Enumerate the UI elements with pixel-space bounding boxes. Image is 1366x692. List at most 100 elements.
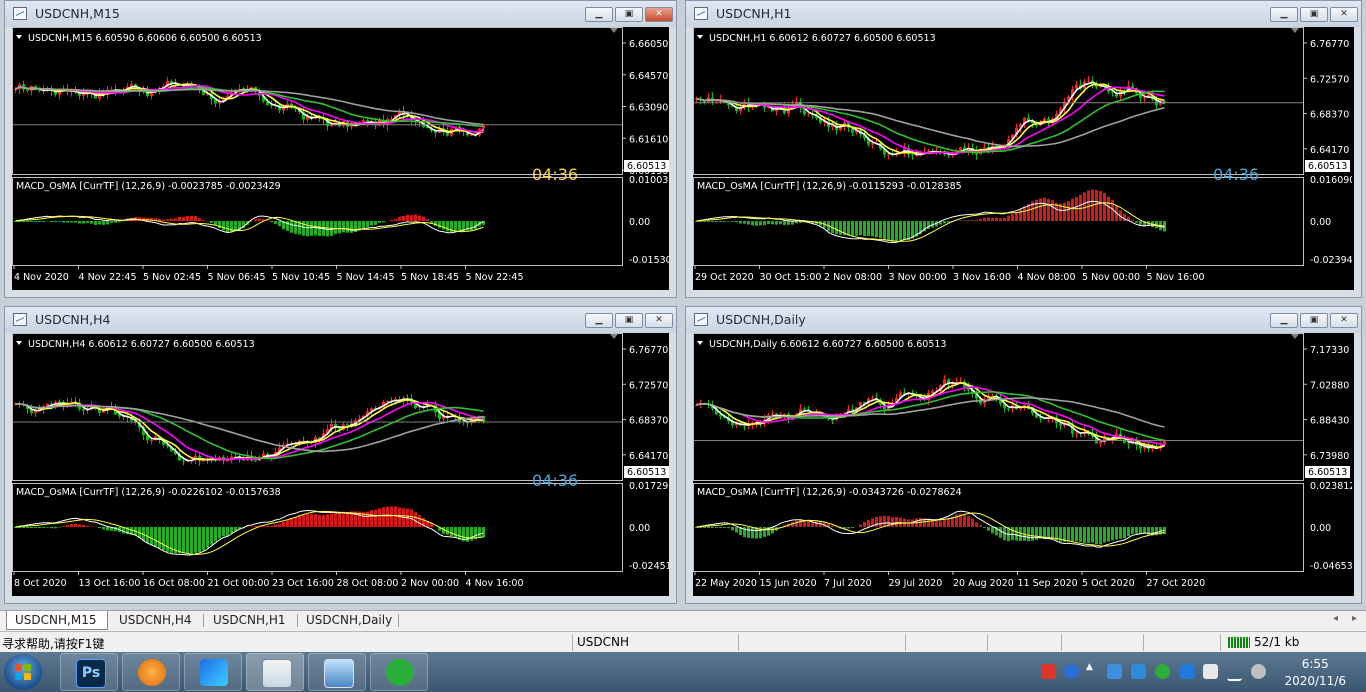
minimize-button[interactable]: ▁	[585, 7, 613, 22]
macd-histogram-bar	[751, 527, 754, 539]
taskbar-image-viewer[interactable]	[308, 653, 366, 691]
window-titlebar[interactable]: USDCNH,Daily ▁ ▣ ✕	[686, 307, 1361, 333]
tab-scroll-right-icon[interactable]: ▸	[1352, 613, 1357, 624]
macd-histogram-bar	[815, 520, 818, 527]
macd-histogram-bar	[366, 221, 369, 228]
current-price-label: 6.60513	[1308, 467, 1347, 478]
macd-histogram-bar	[1107, 196, 1110, 221]
wechat-tray-icon[interactable]	[1155, 664, 1170, 679]
macd-histogram-bar	[22, 221, 25, 222]
macd-histogram-bar	[939, 520, 942, 527]
maximize-button[interactable]: ▣	[615, 313, 643, 328]
maximize-button[interactable]: ▣	[615, 7, 643, 22]
minimize-button[interactable]: ▁	[1270, 7, 1298, 22]
taskbar-feishu[interactable]	[184, 653, 242, 691]
macd-histogram-bar	[62, 221, 65, 223]
macd-histogram-bar	[118, 221, 121, 223]
close-button[interactable]: ✕	[1330, 313, 1358, 328]
window-titlebar[interactable]: USDCNH,H1 ▁ ▣ ✕	[686, 1, 1361, 27]
macd-axis-label: 0.0238129	[1310, 481, 1352, 492]
chart-window-daily[interactable]: USDCNH,Daily ▁ ▣ ✕ USDCNH,Daily 6.60612 6.…	[685, 306, 1362, 604]
macd-axis-label: 0.00	[629, 523, 650, 534]
macd-histogram-bar	[74, 523, 77, 527]
macd-histogram-bar	[1027, 527, 1030, 542]
macd-histogram-bar	[314, 221, 317, 236]
taskbar-wechat[interactable]	[370, 653, 428, 691]
display-icon[interactable]	[1203, 664, 1218, 679]
price-chart[interactable]: USDCNH,H4 6.60612 6.60727 6.60500 6.6051…	[12, 333, 669, 596]
macd-histogram-bar	[783, 221, 786, 226]
macd-histogram-bar	[883, 515, 886, 527]
macd-histogram-bar	[1095, 190, 1098, 221]
macd-histogram-bar	[422, 216, 425, 221]
macd-histogram-bar	[54, 221, 57, 223]
time-axis-label: 22 May 2020	[695, 578, 757, 589]
minimize-button[interactable]: ▁	[585, 313, 613, 328]
macd-histogram-bar	[1079, 527, 1082, 542]
signal-icon[interactable]	[1227, 664, 1242, 681]
current-price-label: 6.60513	[1308, 161, 1347, 172]
macd-histogram-bar	[390, 219, 393, 221]
macd-histogram-bar	[891, 517, 894, 527]
macd-histogram-bar	[382, 507, 385, 527]
show-hidden-icons[interactable]: ▲	[1086, 662, 1101, 677]
maximize-button[interactable]: ▣	[1300, 7, 1328, 22]
close-button[interactable]: ✕	[645, 313, 673, 328]
system-clock[interactable]: 6:55 2020/11/6	[1284, 656, 1346, 690]
cube-icon[interactable]	[1107, 664, 1122, 679]
taskbar-browser[interactable]	[122, 653, 180, 691]
macd-histogram-bar	[410, 215, 413, 221]
window-titlebar[interactable]: USDCNH,M15 ▁ ▣ ✕	[5, 1, 676, 27]
macd-histogram-bar	[174, 218, 177, 221]
chart-window-m15[interactable]: USDCNH,M15 ▁ ▣ ✕ USDCNH,M15 6.60590 6.6060…	[4, 0, 677, 298]
chart-window-h1[interactable]: USDCNH,H1 ▁ ▣ ✕ USDCNH,H1 6.60612 6.60727 …	[685, 0, 1362, 298]
macd-histogram-bar	[967, 516, 970, 527]
macd-histogram-bar	[42, 221, 45, 222]
status-divider	[738, 634, 739, 651]
tab-usdcnh-daily[interactable]: USDCNH,Daily	[298, 611, 396, 630]
macd-histogram-bar	[787, 221, 790, 225]
windows-start-button[interactable]	[4, 654, 42, 690]
price-chart[interactable]: USDCNH,Daily 6.60612 6.60727 6.60500 6.6…	[693, 333, 1354, 596]
macd-histogram-bar	[198, 218, 201, 221]
minimize-button[interactable]: ▁	[1270, 313, 1298, 328]
tab-scroll-left-icon[interactable]: ◂	[1333, 613, 1338, 624]
macd-histogram-bar	[1083, 527, 1086, 543]
shield-icon[interactable]	[1180, 664, 1195, 679]
help-icon[interactable]	[1064, 664, 1079, 679]
taskbar-trading-terminal[interactable]	[246, 653, 304, 691]
macd-histogram-bar	[270, 525, 273, 527]
tab-usdcnh-h1[interactable]: USDCNH,H1	[205, 611, 295, 630]
taskbar-photoshop[interactable]: Ps	[60, 653, 118, 691]
candle-body	[1099, 441, 1102, 444]
tab-usdcnh-h4[interactable]: USDCNH,H4	[111, 611, 201, 630]
price-axis-label: 7.17330	[1310, 345, 1349, 356]
price-chart[interactable]: USDCNH,M15 6.60590 6.60606 6.60500 6.605…	[12, 27, 669, 290]
maximize-button[interactable]: ▣	[1300, 313, 1328, 328]
window-titlebar[interactable]: USDCNH,H4 ▁ ▣ ✕	[5, 307, 676, 333]
macd-histogram-bar	[1103, 527, 1106, 543]
time-axis-label: 5 Oct 2020	[1082, 578, 1135, 589]
macd-histogram-bar	[226, 221, 229, 233]
macd-histogram-bar	[767, 221, 770, 225]
feishu-tray-icon[interactable]	[1131, 664, 1146, 679]
macd-histogram-bar	[190, 215, 193, 221]
macd-histogram-bar	[887, 221, 890, 242]
macd-histogram-bar	[186, 527, 189, 554]
close-button[interactable]: ✕	[645, 7, 673, 22]
tab-usdcnh-m15[interactable]: USDCNH,M15	[6, 611, 108, 630]
macd-histogram-bar	[46, 527, 49, 528]
macd-histogram-bar	[22, 527, 25, 528]
price-chart[interactable]: USDCNH,H1 6.60612 6.60727 6.60500 6.6051…	[693, 27, 1354, 290]
sogou-input-icon[interactable]	[1041, 664, 1056, 679]
macd-histogram-bar	[707, 221, 710, 222]
candle-body	[270, 105, 273, 107]
macd-histogram-bar	[747, 221, 750, 225]
close-button[interactable]: ✕	[1330, 7, 1358, 22]
price-axis-label: 7.02880	[1310, 380, 1349, 391]
symbol-ohlc-header: USDCNH,H1 6.60612 6.60727 6.60500 6.6051…	[709, 33, 936, 44]
volume-icon[interactable]	[1251, 664, 1266, 679]
macd-histogram-bar	[759, 221, 762, 226]
macd-histogram-bar	[38, 221, 41, 222]
chart-window-h4[interactable]: USDCNH,H4 ▁ ▣ ✕ USDCNH,H4 6.60612 6.60727 …	[4, 306, 677, 604]
